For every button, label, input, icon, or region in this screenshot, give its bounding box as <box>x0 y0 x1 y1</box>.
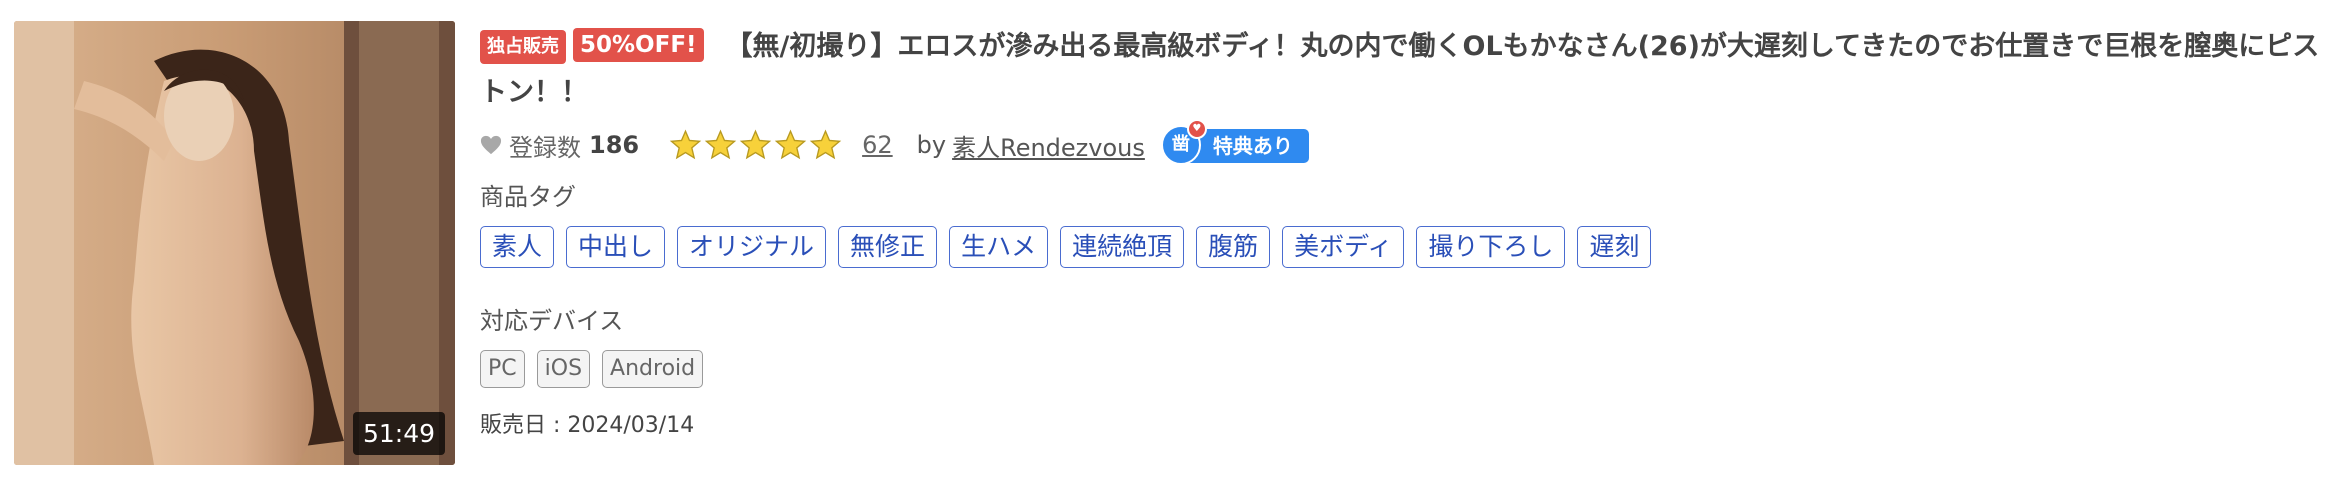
device-badge-ios: iOS <box>536 350 591 388</box>
sale-badge: 50%OFF! <box>573 28 704 62</box>
star-icon <box>774 129 807 160</box>
product-title[interactable]: 【無/初撮り】エロスが滲み出る最高級ボディ！丸の内で働くOLもかなさん(26)が… <box>480 31 2319 108</box>
review-count-link[interactable]: 62 <box>862 131 893 159</box>
maker-link[interactable]: 素人Rendezvous <box>952 128 1145 163</box>
favorites-count: 186 <box>589 131 640 159</box>
device-badge-android: Android <box>602 350 704 388</box>
tag-item[interactable]: 素人 <box>480 226 555 268</box>
product-info: 独占販売 50%OFF! 【無/初撮り】エロスが滲み出る最高級ボディ！丸の内で働くO… <box>480 24 2320 439</box>
release-date: 販売日 : 2024/03/14 <box>480 413 695 438</box>
video-duration: 51:49 <box>352 412 445 455</box>
tag-item[interactable]: 中出し <box>566 226 666 268</box>
product-card: 51:49 独占販売 50%OFF! 【無/初撮り】エロスが滲み出る最高級ボディ！丸… <box>0 0 2330 486</box>
title-block: 独占販売 50%OFF! 【無/初撮り】エロスが滲み出る最高級ボディ！丸の内で働くO… <box>480 24 2320 116</box>
favorites-label: 登録数 <box>509 133 581 162</box>
tag-item[interactable]: 生ハメ <box>949 226 1049 268</box>
tag-item[interactable]: 撮り下ろし <box>1416 226 1566 268</box>
star-icon <box>739 129 772 160</box>
bonus-badge[interactable]: 特典あり 凿 ♥ <box>1160 119 1309 165</box>
device-badge-pc: PC <box>480 350 525 388</box>
meta-row: 登録数 186 62 by 素人Rendezvous 特典あり 凿 ♥ <box>480 119 2320 165</box>
heart-icon[interactable] <box>480 134 502 156</box>
tag-item[interactable]: 美ボディ <box>1282 226 1405 268</box>
thumbnail-image <box>14 21 455 465</box>
maker-prefix: by <box>916 131 947 159</box>
devices-section-label: 対応デバイス <box>480 307 624 335</box>
product-thumbnail[interactable]: 51:49 <box>14 21 455 465</box>
tag-item[interactable]: 遅刻 <box>1577 226 1652 268</box>
tag-item[interactable]: 無修正 <box>838 226 938 268</box>
tag-item[interactable]: 連続絶頂 <box>1060 226 1185 268</box>
star-icon <box>704 129 737 160</box>
tag-item[interactable]: 腹筋 <box>1196 226 1271 268</box>
star-icon <box>809 129 842 160</box>
exclusive-badge: 独占販売 <box>480 30 566 64</box>
star-icon <box>669 129 702 160</box>
tag-list: 素人 中出し オリジナル 無修正 生ハメ 連続絶頂 腹筋 美ボディ 撮り下ろし … <box>480 226 2320 268</box>
heart-badge-icon: ♥ <box>1186 119 1207 139</box>
tag-item[interactable]: オリジナル <box>677 226 827 268</box>
rating-stars <box>669 129 844 161</box>
tags-section-label: 商品タグ <box>480 183 576 211</box>
device-list: PC iOS Android <box>480 350 2320 388</box>
